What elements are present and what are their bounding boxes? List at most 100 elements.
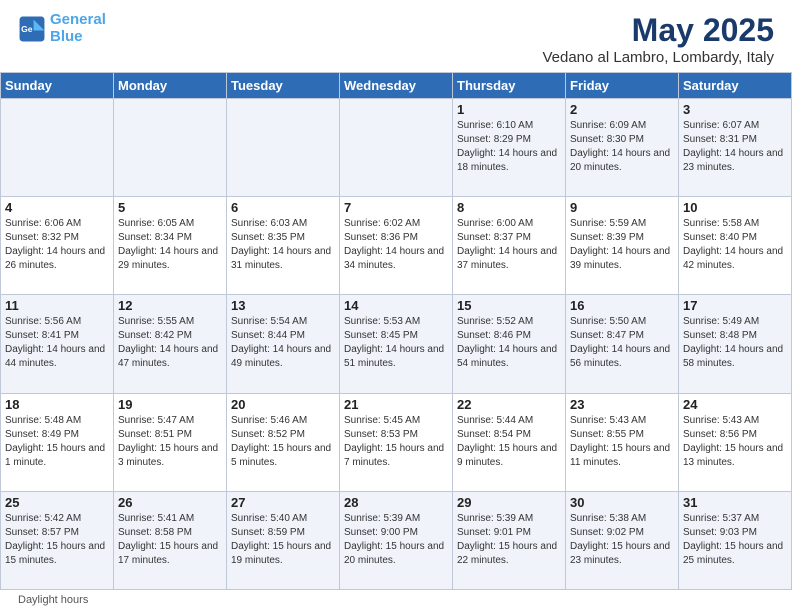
day-cell: 17 Sunrise: 5:49 AMSunset: 8:48 PMDayligh… bbox=[679, 295, 792, 393]
day-detail: Sunrise: 6:10 AMSunset: 8:29 PMDaylight:… bbox=[457, 119, 561, 175]
day-cell: 28 Sunrise: 5:39 AMSunset: 9:00 PMDayligh… bbox=[340, 491, 453, 589]
day-number: 2 bbox=[570, 102, 674, 117]
day-detail: Sunrise: 5:53 AMSunset: 8:45 PMDaylight:… bbox=[344, 315, 448, 371]
day-cell bbox=[340, 99, 453, 197]
day-cell: 15 Sunrise: 5:52 AMSunset: 8:46 PMDayligh… bbox=[453, 295, 566, 393]
day-number: 12 bbox=[118, 298, 222, 313]
main-title: May 2025 bbox=[542, 12, 774, 49]
day-number: 29 bbox=[457, 495, 561, 510]
day-detail: Sunrise: 5:39 AMSunset: 9:00 PMDaylight:… bbox=[344, 512, 448, 568]
day-detail: Sunrise: 5:41 AMSunset: 8:58 PMDaylight:… bbox=[118, 512, 222, 568]
col-header-thursday: Thursday bbox=[453, 73, 566, 99]
day-detail: Sunrise: 6:06 AMSunset: 8:32 PMDaylight:… bbox=[5, 217, 109, 273]
week-row-5: 25 Sunrise: 5:42 AMSunset: 8:57 PMDayligh… bbox=[1, 491, 792, 589]
day-detail: Sunrise: 6:09 AMSunset: 8:30 PMDaylight:… bbox=[570, 119, 674, 175]
day-detail: Sunrise: 6:05 AMSunset: 8:34 PMDaylight:… bbox=[118, 217, 222, 273]
day-detail: Sunrise: 5:43 AMSunset: 8:56 PMDaylight:… bbox=[683, 414, 787, 470]
day-cell: 21 Sunrise: 5:45 AMSunset: 8:53 PMDayligh… bbox=[340, 393, 453, 491]
day-detail: Sunrise: 5:58 AMSunset: 8:40 PMDaylight:… bbox=[683, 217, 787, 273]
calendar-table: SundayMondayTuesdayWednesdayThursdayFrid… bbox=[0, 72, 792, 590]
day-cell: 26 Sunrise: 5:41 AMSunset: 8:58 PMDayligh… bbox=[114, 491, 227, 589]
day-cell: 7 Sunrise: 6:02 AMSunset: 8:36 PMDaylight… bbox=[340, 197, 453, 295]
day-number: 20 bbox=[231, 397, 335, 412]
day-detail: Sunrise: 5:39 AMSunset: 9:01 PMDaylight:… bbox=[457, 512, 561, 568]
day-detail: Sunrise: 5:59 AMSunset: 8:39 PMDaylight:… bbox=[570, 217, 674, 273]
day-number: 5 bbox=[118, 200, 222, 215]
day-number: 27 bbox=[231, 495, 335, 510]
day-cell: 6 Sunrise: 6:03 AMSunset: 8:35 PMDaylight… bbox=[227, 197, 340, 295]
week-row-3: 11 Sunrise: 5:56 AMSunset: 8:41 PMDayligh… bbox=[1, 295, 792, 393]
logo-blue: Blue bbox=[50, 28, 83, 45]
day-detail: Sunrise: 5:56 AMSunset: 8:41 PMDaylight:… bbox=[5, 315, 109, 371]
day-detail: Sunrise: 5:47 AMSunset: 8:51 PMDaylight:… bbox=[118, 414, 222, 470]
subtitle: Vedano al Lambro, Lombardy, Italy bbox=[542, 49, 774, 66]
day-cell: 20Sunrise: 5:46 AMSunset: 8:52 PMDayligh… bbox=[227, 393, 340, 491]
day-detail: Sunrise: 5:52 AMSunset: 8:46 PMDaylight:… bbox=[457, 315, 561, 371]
day-cell: 14Sunrise: 5:53 AMSunset: 8:45 PMDayligh… bbox=[340, 295, 453, 393]
day-cell: 16Sunrise: 5:50 AMSunset: 8:47 PMDayligh… bbox=[566, 295, 679, 393]
col-header-tuesday: Tuesday bbox=[227, 73, 340, 99]
day-detail: Sunrise: 5:45 AMSunset: 8:53 PMDaylight:… bbox=[344, 414, 448, 470]
day-number: 3 bbox=[683, 102, 787, 117]
calendar-header-row: SundayMondayTuesdayWednesdayThursdayFrid… bbox=[1, 73, 792, 99]
day-number: 24 bbox=[683, 397, 787, 412]
day-detail: Sunrise: 5:38 AMSunset: 9:02 PMDaylight:… bbox=[570, 512, 674, 568]
header: Ge General Blue May 2025 Vedano al Lambr… bbox=[0, 0, 792, 72]
day-cell: 31 Sunrise: 5:37 AMSunset: 9:03 PMDayligh… bbox=[679, 491, 792, 589]
day-cell: 18 Sunrise: 5:48 AMSunset: 8:49 PMDayligh… bbox=[1, 393, 114, 491]
svg-text:Ge: Ge bbox=[21, 24, 33, 34]
day-cell: 22Sunrise: 5:44 AMSunset: 8:54 PMDayligh… bbox=[453, 393, 566, 491]
footer-note: Daylight hours bbox=[0, 590, 792, 612]
day-cell: 23Sunrise: 5:43 AMSunset: 8:55 PMDayligh… bbox=[566, 393, 679, 491]
col-header-wednesday: Wednesday bbox=[340, 73, 453, 99]
day-detail: Sunrise: 5:44 AMSunset: 8:54 PMDaylight:… bbox=[457, 414, 561, 470]
title-block: May 2025 Vedano al Lambro, Lombardy, Ita… bbox=[542, 12, 774, 66]
day-cell bbox=[227, 99, 340, 197]
day-detail: Sunrise: 6:03 AMSunset: 8:35 PMDaylight:… bbox=[231, 217, 335, 273]
day-number: 15 bbox=[457, 298, 561, 313]
day-cell: 11 Sunrise: 5:56 AMSunset: 8:41 PMDayligh… bbox=[1, 295, 114, 393]
day-cell: 3 Sunrise: 6:07 AMSunset: 8:31 PMDaylight… bbox=[679, 99, 792, 197]
day-detail: Sunrise: 5:54 AMSunset: 8:44 PMDaylight:… bbox=[231, 315, 335, 371]
day-detail: Sunrise: 5:42 AMSunset: 8:57 PMDaylight:… bbox=[5, 512, 109, 568]
day-number: 6 bbox=[231, 200, 335, 215]
day-number: 17 bbox=[683, 298, 787, 313]
day-cell: 12 Sunrise: 5:55 AMSunset: 8:42 PMDayligh… bbox=[114, 295, 227, 393]
day-detail: Sunrise: 5:48 AMSunset: 8:49 PMDaylight:… bbox=[5, 414, 109, 470]
day-cell: 27Sunrise: 5:40 AMSunset: 8:59 PMDayligh… bbox=[227, 491, 340, 589]
day-detail: Sunrise: 6:00 AMSunset: 8:37 PMDaylight:… bbox=[457, 217, 561, 273]
day-cell bbox=[1, 99, 114, 197]
day-number: 7 bbox=[344, 200, 448, 215]
day-number: 28 bbox=[344, 495, 448, 510]
day-cell: 30Sunrise: 5:38 AMSunset: 9:02 PMDayligh… bbox=[566, 491, 679, 589]
day-number: 13 bbox=[231, 298, 335, 313]
day-cell: 13 Sunrise: 5:54 AMSunset: 8:44 PMDayligh… bbox=[227, 295, 340, 393]
day-number: 26 bbox=[118, 495, 222, 510]
day-detail: Sunrise: 5:55 AMSunset: 8:42 PMDaylight:… bbox=[118, 315, 222, 371]
day-detail: Sunrise: 6:02 AMSunset: 8:36 PMDaylight:… bbox=[344, 217, 448, 273]
day-number: 8 bbox=[457, 200, 561, 215]
day-detail: Sunrise: 6:07 AMSunset: 8:31 PMDaylight:… bbox=[683, 119, 787, 175]
day-cell: 24 Sunrise: 5:43 AMSunset: 8:56 PMDayligh… bbox=[679, 393, 792, 491]
day-cell: 10 Sunrise: 5:58 AMSunset: 8:40 PMDayligh… bbox=[679, 197, 792, 295]
day-number: 21 bbox=[344, 397, 448, 412]
day-cell: 9Sunrise: 5:59 AMSunset: 8:39 PMDaylight… bbox=[566, 197, 679, 295]
page: Ge General Blue May 2025 Vedano al Lambr… bbox=[0, 0, 792, 612]
day-number: 25 bbox=[5, 495, 109, 510]
day-cell: 1Sunrise: 6:10 AMSunset: 8:29 PMDaylight… bbox=[453, 99, 566, 197]
day-number: 31 bbox=[683, 495, 787, 510]
day-number: 19 bbox=[118, 397, 222, 412]
day-cell bbox=[114, 99, 227, 197]
day-cell: 29 Sunrise: 5:39 AMSunset: 9:01 PMDayligh… bbox=[453, 491, 566, 589]
day-detail: Sunrise: 5:37 AMSunset: 9:03 PMDaylight:… bbox=[683, 512, 787, 568]
day-cell: 4Sunrise: 6:06 AMSunset: 8:32 PMDaylight… bbox=[1, 197, 114, 295]
day-detail: Sunrise: 5:49 AMSunset: 8:48 PMDaylight:… bbox=[683, 315, 787, 371]
day-cell: 8 Sunrise: 6:00 AMSunset: 8:37 PMDaylight… bbox=[453, 197, 566, 295]
day-number: 18 bbox=[5, 397, 109, 412]
day-number: 10 bbox=[683, 200, 787, 215]
day-number: 11 bbox=[5, 298, 109, 313]
col-header-sunday: Sunday bbox=[1, 73, 114, 99]
logo-general: General bbox=[50, 11, 106, 28]
week-row-4: 18 Sunrise: 5:48 AMSunset: 8:49 PMDayligh… bbox=[1, 393, 792, 491]
day-number: 23 bbox=[570, 397, 674, 412]
